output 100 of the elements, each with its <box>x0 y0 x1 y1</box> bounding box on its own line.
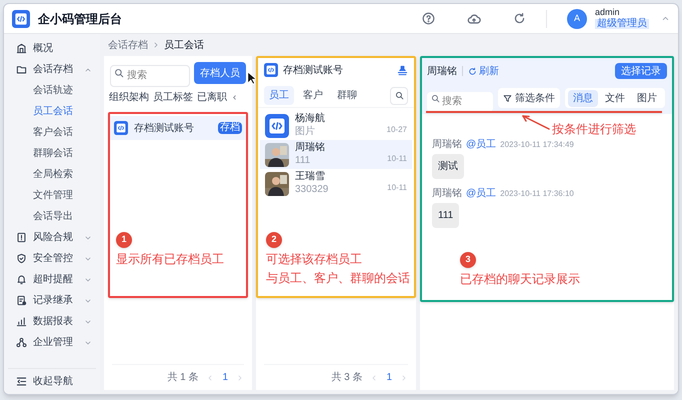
search-icon <box>114 68 124 78</box>
shield-icon <box>16 253 27 264</box>
logo-icon <box>12 10 30 28</box>
page-number[interactable]: 1 <box>386 370 392 385</box>
nav-subitem[interactable]: 文件管理 <box>4 185 100 206</box>
message-time: 2023-10-11 17:36:10 <box>500 190 574 198</box>
nav-subitem[interactable]: 会话导出 <box>4 206 100 227</box>
note-text: 与员工、客户、群聊的会话 <box>266 271 410 286</box>
role-tag: @员工 <box>466 140 496 150</box>
message-bubble: 测试 <box>432 154 464 179</box>
breadcrumb-separator-icon <box>152 41 160 49</box>
search-icon <box>431 94 440 102</box>
contact-item[interactable]: 杨海航 图片 10-27 <box>260 111 412 140</box>
breadcrumb-link[interactable]: 会话存档 <box>108 38 148 52</box>
filter-button[interactable]: 筛选条件 <box>498 88 560 108</box>
next-page-icon <box>400 374 408 382</box>
contact-item[interactable]: 周瑞铭 111 10-11 <box>260 140 412 169</box>
help-icon[interactable] <box>422 12 435 25</box>
note-number: 3 <box>460 252 476 268</box>
document-icon <box>16 295 27 306</box>
user-avatar[interactable]: A <box>567 8 587 28</box>
contact-date: 10-11 <box>387 182 407 194</box>
filter-tab[interactable]: 已离职 <box>197 90 227 104</box>
callout-text: 按条件进行筛选 <box>552 121 636 138</box>
filter-tab[interactable]: 组织架构 <box>109 90 149 104</box>
role-tag: @员工 <box>466 189 496 199</box>
message-bubble: 111 <box>432 203 460 228</box>
nav-item[interactable]: 超时提醒 <box>4 269 100 290</box>
role-badge: 超级管理员 <box>595 19 649 29</box>
note-number: 1 <box>116 232 132 248</box>
nav-subitem[interactable]: 会话轨迹 <box>4 80 100 101</box>
sender-name: 周瑞铭 <box>432 140 462 150</box>
nav-subitem[interactable]: 客户会话 <box>4 122 100 143</box>
contact-tab[interactable]: 客户 <box>298 86 328 105</box>
select-records-button[interactable]: 选择记录 <box>615 63 667 79</box>
user-name: admin <box>595 8 621 17</box>
total-count: 共 3 条 <box>331 370 362 385</box>
folder-icon <box>16 64 27 75</box>
stamp-icon[interactable] <box>397 64 408 76</box>
chart-icon <box>16 316 27 327</box>
contact-name: 周瑞铭 <box>295 143 326 153</box>
contact-tab[interactable]: 群聊 <box>332 86 362 105</box>
contact-name: 杨海航 <box>295 114 326 124</box>
nav-subitem[interactable]: 员工会话 <box>4 101 100 122</box>
nav-item[interactable]: 数据报表 <box>4 311 100 332</box>
total-count: 共 1 条 <box>167 370 198 385</box>
nav-item[interactable]: 企业管理 <box>4 332 100 353</box>
nav-item[interactable]: 概况 <box>4 38 100 59</box>
nav-item[interactable]: 风险合规 <box>4 227 100 248</box>
message-preview: 330329 <box>295 185 330 195</box>
next-page-icon <box>236 374 244 382</box>
filter-tab[interactable]: 员工标签 <box>153 90 193 104</box>
nav-item[interactable]: 记录继承 <box>4 290 100 311</box>
logo-icon <box>264 63 278 77</box>
caret-icon <box>661 14 670 23</box>
search-field[interactable]: 搜索 <box>110 64 190 86</box>
search-icon <box>394 91 404 100</box>
search-field[interactable]: 搜索 <box>427 92 493 112</box>
previous-page-icon <box>206 374 214 382</box>
contact-date: 10-11 <box>387 153 407 165</box>
contact-date: 10-27 <box>386 124 407 136</box>
message-type-tab[interactable]: 文件 <box>600 90 630 106</box>
sender-name: 周瑞铭 <box>432 189 462 199</box>
previous-page-icon <box>370 374 378 382</box>
app-title: 企小码管理后台 <box>38 10 122 28</box>
contact-name: 周瑞铭 <box>427 64 457 78</box>
logo-icon <box>265 114 289 138</box>
archive-staff-button[interactable]: 存档人员 <box>194 62 246 84</box>
note-text: 显示所有已存档员工 <box>116 252 224 267</box>
note-number: 2 <box>266 232 282 248</box>
note-text: 可选择该存档员工 <box>266 252 363 267</box>
contact-tab[interactable]: 员工 <box>264 86 294 105</box>
contact-name: 王瑞雪 <box>295 172 326 182</box>
collapse-nav-button[interactable]: 收起导航 <box>8 368 96 394</box>
nav-item[interactable]: 安全管控 <box>4 248 100 269</box>
nav-subitem[interactable]: 全局检索 <box>4 164 100 185</box>
report-icon <box>16 232 27 243</box>
network-icon <box>16 337 27 348</box>
note-text: 已存档的聊天记录展示 <box>460 272 580 287</box>
refresh-icon[interactable] <box>513 12 526 25</box>
logo-icon <box>114 121 128 135</box>
building-icon <box>16 43 27 54</box>
message-type-tab[interactable]: 消息 <box>568 90 598 106</box>
message-type-tab[interactable]: 图片 <box>632 90 662 106</box>
callout-arrow <box>520 114 550 130</box>
cloud-upload-icon[interactable] <box>467 12 481 26</box>
bell-icon <box>16 274 27 285</box>
nav-subitem[interactable]: 群聊会话 <box>4 143 100 164</box>
search-button[interactable] <box>390 86 408 104</box>
refresh-link[interactable]: 刷新 <box>468 64 499 78</box>
account-name: 存档测试账号 <box>283 64 343 78</box>
message-preview: 图片 <box>295 127 316 137</box>
refresh-icon <box>468 66 477 76</box>
collapse-menu-icon <box>16 376 27 387</box>
contact-item[interactable]: 王瑞雪 330329 10-11 <box>260 169 412 198</box>
page-number[interactable]: 1 <box>222 370 228 385</box>
filter-icon <box>503 94 512 102</box>
nav-item[interactable]: 会话存档 <box>4 59 100 80</box>
message-time: 2023-10-11 17:34:49 <box>500 141 574 149</box>
staff-item[interactable]: 存档测试账号 存档 <box>110 116 246 140</box>
